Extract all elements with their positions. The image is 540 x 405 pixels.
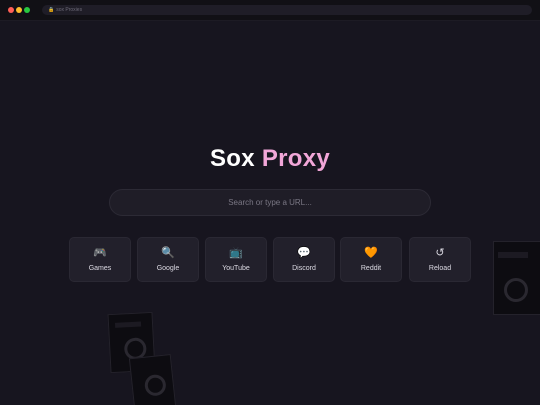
decorative-image (128, 353, 178, 405)
orange-heart-icon: 🧡 (364, 247, 378, 259)
minimize-window-button[interactable] (16, 7, 22, 13)
browser-window: 🔒 sox Proxies Sox Proxy 🎮 Games 🔍 Google… (0, 0, 540, 405)
title-word-proxy: Proxy (261, 145, 331, 172)
google-shortcut-button[interactable]: 🔍 Google (137, 237, 199, 282)
title-word-sox: Sox (209, 145, 255, 172)
youtube-shortcut-button[interactable]: 📺 YouTube (205, 237, 267, 282)
title-bar: 🔒 sox Proxies (0, 0, 540, 21)
shortcut-label: Discord (292, 265, 316, 272)
speech-bubble-icon: 💬 (297, 247, 311, 259)
reddit-shortcut-button[interactable]: 🧡 Reddit (340, 237, 402, 282)
shortcut-label: Games (88, 265, 112, 272)
reload-shortcut-button[interactable]: ↺ Reload (409, 237, 471, 282)
close-window-button[interactable] (8, 7, 14, 13)
shortcut-label: Google (156, 265, 180, 272)
magnifier-icon: 🔍 (161, 247, 175, 259)
games-shortcut-button[interactable]: 🎮 Games (69, 237, 131, 282)
shortcut-label: Reload (428, 265, 452, 272)
maximize-window-button[interactable] (24, 7, 30, 13)
address-text: sox Proxies (56, 6, 83, 13)
shortcut-tiles: 🎮 Games 🔍 Google 📺 YouTube 💬 Discord 🧡 R… (69, 237, 471, 282)
shortcut-label: YouTube (222, 265, 250, 272)
gamepad-icon: 🎮 (93, 247, 107, 259)
discord-shortcut-button[interactable]: 💬 Discord (273, 237, 335, 282)
address-bar[interactable]: 🔒 sox Proxies (42, 5, 532, 15)
decorative-image (493, 241, 540, 315)
reload-icon: ↺ (435, 247, 445, 259)
page-title: Sox Proxy (0, 145, 540, 173)
lock-icon: 🔒 (48, 6, 55, 13)
television-icon: 📺 (229, 247, 243, 259)
shortcut-label: Reddit (360, 265, 382, 272)
search-input[interactable] (109, 189, 431, 216)
